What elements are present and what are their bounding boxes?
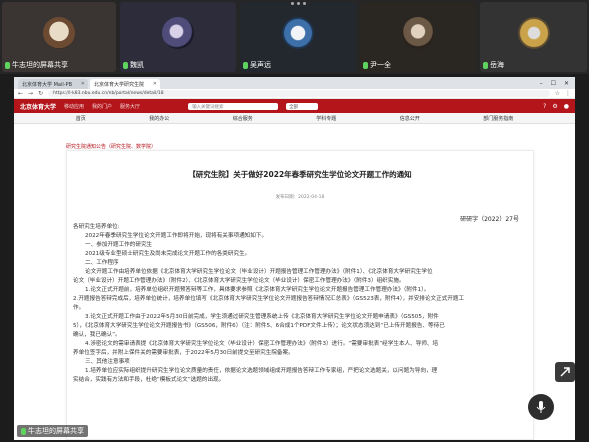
header-nav-item[interactable]: 移动应用 [64,103,84,110]
mic-icon [123,61,128,69]
document-number: 研研字（2022）27号 [460,216,519,223]
paragraph: 3.论文正式开题工作由于2022年5月30日前完成，学生须通过研究生管理系统上传… [85,314,439,320]
participant-tile-3[interactable]: 尹一全 [360,2,476,72]
screen-share-label: 牛志坦的屏幕共享 [17,425,88,437]
paragraph: 论文开题工作由培养单位依据《北京体育大学研究生学位论文（毕业设计）开题报告管理工… [85,269,433,275]
avatar [43,17,75,49]
address-bar: ← → ↻ https://l-k83.nbu.edu.cn/nb/portal… [14,89,575,99]
expand-icon[interactable] [555,362,575,382]
search-scope-select[interactable]: 全部 [286,102,319,110]
paragraph: 一、参加开题工作的研究生 [85,242,153,248]
tab-label: 北京体育大学研究生院 [94,82,145,88]
help-icon[interactable]: ? [543,103,546,110]
avatar [517,17,550,49]
more-icon[interactable] [283,2,313,6]
paragraph: 5），《北京体育大学研究生学位论文开题报告书》（GS506，附件6）（注：附件5… [73,323,445,329]
paragraph: 各研究生培养单位: [73,224,120,230]
browser-tab[interactable]: 北京体育大学 Mail-PB ✕ [18,79,88,89]
participant-label: 吴声远 [243,60,271,70]
participant-strip: 牛志坦的屏幕共享 魏凯 吴声远 尹一全 岳海 [0,0,589,74]
participant-label: 魏凯 [123,60,144,70]
mic-icon [5,61,10,69]
menu-item-subjects[interactable]: 学科专题 [316,115,336,122]
paragraph: 2.开题报告答辩完成后，培养单位统计，培养单位填写《北京体育大学研究生学位论文开… [73,296,465,302]
paragraph: 实结合，实践有方法和手段，杜绝“模板式论文”选题的出现。 [73,377,225,383]
document-title: 【研究生院】关于做好2022年春季研究生学位论文开题工作的通知 [188,170,412,179]
mic-icon [243,61,248,69]
close-icon[interactable]: ✕ [153,81,157,87]
paragraph: 1.培养单位应实际组织提升研究生学位论文质量的责任，依据论文选题领域组成开题报告… [85,368,438,374]
browser-tabbar: 北京体育大学 Mail-PB ✕ 北京体育大学研究生院 ✕ – ☐ ✕ [14,77,575,89]
menu-item-dept-guide[interactable]: 部门服务指南 [483,115,513,122]
participant-tile-4[interactable]: 岳海 [480,2,587,72]
participant-label: 尹一全 [363,60,391,70]
breadcrumb[interactable]: 研究生院通知公告（研究生院、数学院） [66,143,156,150]
close-icon[interactable]: ✕ [81,81,85,87]
menu-item-disclosure[interactable]: 信息公开 [400,115,420,122]
participant-name: 牛志坦的屏幕共享 [12,61,68,69]
participant-tile-2[interactable]: 吴声远 [240,2,356,72]
document-meta: 发布日期：2022-04-18 [275,195,325,200]
mic-icon [363,61,368,69]
paragraph: 养单位签字后，并附上保件关的需要审批表，于2022年5月30日前提交至研究生院备… [73,350,294,356]
settings-icon[interactable]: ⚙ [552,103,557,110]
url-field[interactable]: https://l-k83.nbu.edu.cn/nb/portal/news/… [48,90,550,97]
header-nav-item[interactable]: 服务大厅 [120,103,140,110]
main-menu: 首页 我的办公 综合服务 学科专题 信息公开 部门服务指南 [14,113,575,124]
avatar [282,17,314,49]
avatar [162,17,194,49]
user-icon[interactable]: ● [564,103,569,110]
tab-label: 北京体育大学 Mail-PB [22,82,72,88]
sharer-name: 牛志坦的屏幕共享 [28,427,84,435]
mic-icon [483,61,488,69]
back-icon[interactable]: ← [18,90,23,97]
paragraph: 2022年春季研究生学位论文开题工作即将开始，现将有关事项通知如下。 [85,233,268,239]
star-icon[interactable]: ☆ [555,90,560,97]
search-input[interactable]: 输入关键词搜索 [188,102,279,110]
minimize-icon[interactable]: – [540,80,543,87]
browser-tab-active[interactable]: 北京体育大学研究生院 ✕ [90,79,160,89]
avatar [402,17,434,49]
shared-screen: 北京体育大学 Mail-PB ✕ 北京体育大学研究生院 ✕ – ☐ ✕ ← → ↻ … [14,77,575,440]
document-panel: 【研究生院】关于做好2022年春季研究生学位论文开题工作的通知 发布日期：202… [66,150,534,440]
participant-label: 岳海 [483,60,504,70]
site-logo[interactable]: 北京体育大学 [20,102,56,111]
participant-name: 魏凯 [130,61,144,69]
header-nav-item[interactable]: 我的门户 [92,103,112,110]
paragraph: 确认，我已确认”。 [73,332,121,338]
window-controls: – ☐ ✕ [540,80,575,87]
menu-item-services[interactable]: 综合服务 [233,115,253,122]
mic-icon [21,427,26,435]
paragraph: 2021级专业型硕士研究生及尚未完成论文开题工作的各类研究生。 [85,251,251,257]
paragraph: 4.涉密论文的需审请表提《北京体育大学研究生学位论文（毕业设计）保密工作管理办法… [85,341,439,347]
meeting-window: 牛志坦的屏幕共享 魏凯 吴声远 尹一全 岳海 北京体育大学 Mail-PB ✕ 北… [0,0,589,442]
participant-name: 尹一全 [370,61,391,69]
header-nav: 移动应用 我的门户 服务大厅 [64,103,140,110]
forward-icon[interactable]: → [28,90,33,97]
menu-item-office[interactable]: 我的办公 [149,115,169,122]
participant-name: 吴声远 [250,61,271,69]
header-icons: ? ⚙ ● [543,103,569,110]
paragraph: 三、其他注意事项 [85,359,130,365]
paragraph: 1.论文正式开题前，培养单位组织开题预答辩等工作，具体要求参照《北京体育大学研究… [85,287,430,293]
participant-tile-0[interactable]: 牛志坦的屏幕共享 [2,2,116,72]
menu-item-home[interactable]: 首页 [76,115,86,122]
paragraph: 二、工作程序 [85,260,119,266]
menu-icon[interactable]: ⋮ [565,90,571,97]
paragraph: 论文（毕业设计）开题工作管理办法》（附件2）、《北京体育大学研究生学位论文（毕业… [73,278,405,284]
maximize-icon[interactable]: ☐ [551,80,556,87]
site-header: 北京体育大学 移动应用 我的门户 服务大厅 输入关键词搜索 全部 ? ⚙ ● [14,99,575,113]
reload-icon[interactable]: ↻ [38,90,43,97]
paragraph: 作。 [73,305,85,311]
participant-name: 岳海 [490,61,504,69]
close-window-icon[interactable]: ✕ [564,80,569,87]
participant-tile-1[interactable]: 魏凯 [120,2,236,72]
participant-label: 牛志坦的屏幕共享 [5,60,68,70]
mic-button-icon[interactable] [528,394,554,420]
